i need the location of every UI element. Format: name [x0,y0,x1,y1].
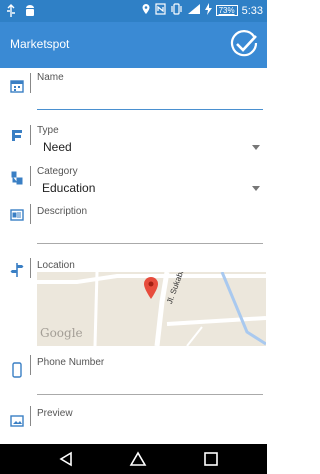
phone-label: Phone Number [37,357,105,368]
field-divider [30,73,31,93]
recents-icon[interactable] [201,450,221,468]
phone-input[interactable] [37,371,263,393]
type-icon [10,128,24,142]
confirm-button[interactable] [227,28,261,62]
preview-label: Preview [37,408,73,419]
name-input[interactable] [37,86,263,108]
signal-icon [187,3,201,18]
vibrate-icon [170,3,183,18]
charging-icon [204,3,212,18]
type-dropdown[interactable]: Need [37,138,266,156]
android-icon [24,4,36,23]
location-label: Location [37,260,75,271]
system-nav-bar [0,444,267,474]
phone-icon [10,362,24,378]
name-label: Name [37,72,64,83]
map-marker-icon [143,276,159,300]
status-bar: 73% 5:33 [0,0,267,22]
location-map[interactable]: Google Jl. Sukabir [37,272,266,346]
field-divider [30,355,31,375]
calendar-icon [10,79,24,93]
check-circle-icon [230,30,258,57]
description-icon [10,208,24,222]
home-icon[interactable] [128,450,148,468]
signpost-icon [10,262,24,277]
description-label: Description [37,206,88,217]
back-icon[interactable] [57,450,77,468]
app-bar: Marketspot [0,22,267,68]
field-divider [30,125,31,145]
battery-level: 73% [215,5,238,16]
description-underline [37,243,263,244]
map-watermark: Google [40,326,83,340]
chevron-down-icon [252,186,260,191]
category-label: Category [37,166,78,177]
field-divider [30,166,31,186]
clock: 5:33 [241,4,263,17]
image-icon [10,414,24,428]
description-input[interactable] [37,220,263,242]
nfc-icon [154,3,166,18]
field-divider [30,204,31,224]
category-dropdown[interactable]: Education [37,179,266,197]
category-icon [10,171,24,185]
phone-underline [37,394,263,395]
field-divider [30,258,31,278]
field-divider [30,406,31,426]
type-value: Need [43,140,72,154]
category-value: Education [42,181,96,195]
type-label: Type [37,125,59,136]
app-title: Marketspot [10,37,70,51]
usb-icon [6,4,16,23]
chevron-down-icon [252,145,260,150]
name-underline [37,109,263,110]
location-icon [141,3,151,18]
